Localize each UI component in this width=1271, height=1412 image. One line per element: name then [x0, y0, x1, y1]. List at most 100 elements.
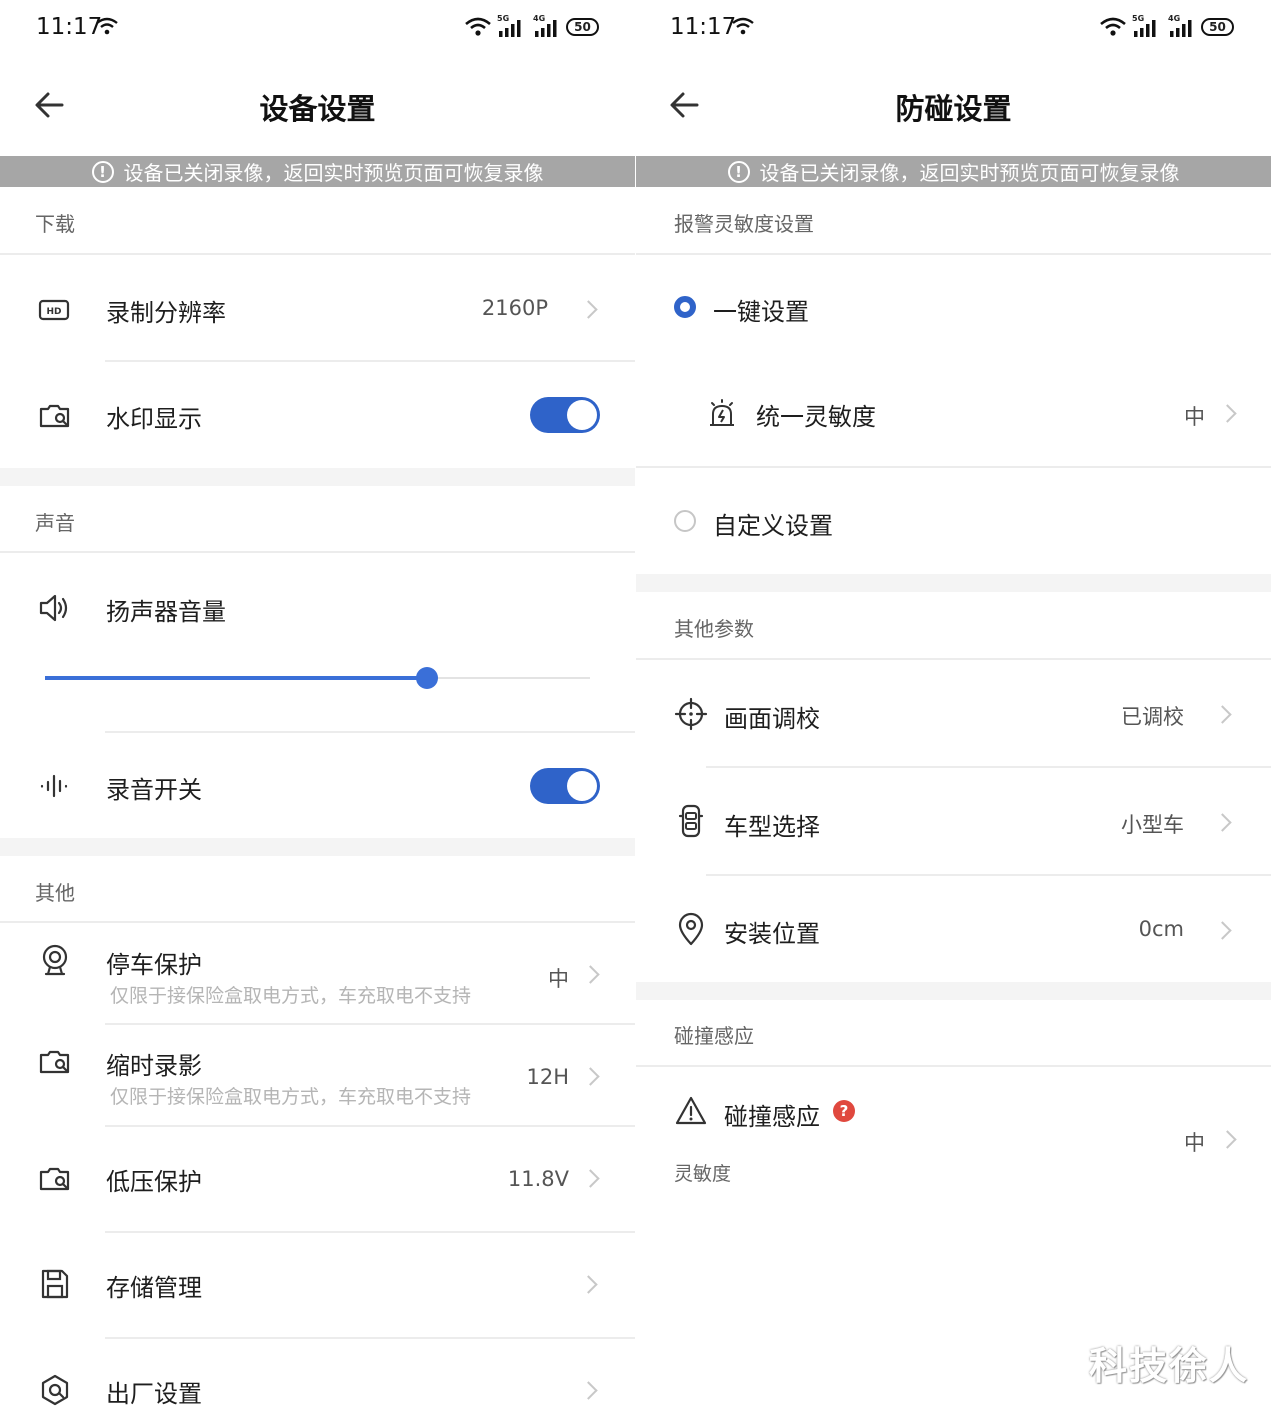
signal-5g-icon: 5G	[1132, 14, 1162, 38]
collision-sensing-row[interactable]: 碰撞感应 ? 灵敏度 中	[636, 1067, 1271, 1207]
calibration-value: 已调校	[1121, 705, 1184, 729]
status-time: 11:17	[670, 14, 737, 40]
low-voltage-row[interactable]: 低压保护 11.8V	[0, 1127, 635, 1231]
parking-protection-row[interactable]: 停车保护 仅限于接保险盒取电方式，车充取电不支持 中	[0, 923, 635, 1023]
unified-sensitivity-value: 中	[1184, 405, 1205, 429]
timelapse-row[interactable]: 缩时录影 仅限于接保险盒取电方式，车充取电不支持 12H	[0, 1025, 635, 1125]
one-key-setting-label: 一键设置	[713, 298, 809, 326]
parking-protection-value: 中	[548, 967, 569, 991]
slider-fill	[45, 676, 427, 680]
section-title-collision: 碰撞感应	[674, 1024, 754, 1048]
info-icon: !	[91, 160, 114, 183]
audio-recording-row: 录音开关	[0, 733, 635, 837]
status-time: 11:17	[36, 14, 103, 40]
low-voltage-label: 低压保护	[106, 1168, 202, 1196]
watermark-toggle[interactable]	[530, 397, 600, 433]
section-gap	[0, 838, 635, 856]
signal-4g-icon: 4G	[1168, 14, 1198, 38]
timelapse-note: 仅限于接保险盒取电方式，车充取电不支持	[110, 1086, 472, 1108]
svg-text:HD: HD	[46, 307, 61, 317]
audio-recording-toggle[interactable]	[530, 768, 600, 804]
calibration-row[interactable]: 画面调校 已调校	[636, 660, 1271, 766]
section-title-alarm-sensitivity: 报警灵敏度设置	[674, 212, 814, 236]
low-voltage-value: 11.8V	[507, 1167, 569, 1191]
unified-sensitivity-label: 统一灵敏度	[756, 403, 876, 431]
recording-off-banner: ! 设备已关闭录像，返回实时预览页面可恢复录像	[0, 156, 635, 187]
help-icon[interactable]: ?	[833, 1100, 855, 1122]
car-type-label: 车型选择	[724, 813, 820, 841]
one-key-setting-option[interactable]: 一键设置	[636, 255, 1271, 361]
install-position-label: 安装位置	[724, 920, 820, 948]
page-title: 设备设置	[259, 92, 376, 126]
car-type-value: 小型车	[1121, 813, 1184, 837]
resolution-value: 2160P	[481, 296, 548, 320]
wifi-icon	[1100, 17, 1126, 36]
watermark-row: 水印显示	[0, 362, 635, 468]
chevron-right-icon	[579, 1275, 598, 1294]
speaker-icon	[39, 594, 68, 622]
banner-text: 设备已关闭录像，返回实时预览页面可恢复录像	[123, 161, 544, 185]
resolution-row[interactable]: HD 录制分辨率 2160P	[0, 255, 635, 361]
chevron-right-icon	[581, 1169, 600, 1188]
watermark-text: 科技徐人	[1088, 1344, 1249, 1388]
chevron-right-icon	[579, 300, 598, 319]
banner-text: 设备已关闭录像，返回实时预览页面可恢复录像	[759, 161, 1180, 185]
section-title-other: 其他	[35, 881, 75, 905]
section-title-other-params: 其他参数	[674, 617, 754, 641]
signal-5g-icon: 5G	[497, 14, 527, 38]
chevron-right-icon	[1213, 921, 1232, 940]
radio-selected[interactable]	[674, 296, 696, 318]
collision-settings-screen: 11:17 5G 4G 50 防碰设置 ! 设备已关闭录像，返回实时预览页面可恢…	[636, 0, 1271, 1412]
hd-icon: HD	[38, 299, 70, 321]
battery-icon: 50	[566, 18, 599, 36]
camera-icon	[39, 1167, 70, 1191]
storage-management-label: 存储管理	[106, 1274, 202, 1302]
alarm-icon	[710, 399, 734, 426]
speaker-volume-row: 扬声器音量	[0, 553, 635, 731]
section-title-download: 下载	[35, 212, 75, 236]
unified-sensitivity-row[interactable]: 统一灵敏度 中	[636, 361, 1271, 466]
install-position-row[interactable]: 安装位置 0cm	[636, 876, 1271, 982]
collision-sensing-label: 碰撞感应	[724, 1103, 820, 1131]
info-icon: !	[727, 160, 750, 183]
calibration-label: 画面调校	[724, 705, 820, 733]
section-gap	[636, 574, 1271, 592]
section-gap	[636, 982, 1271, 1000]
audio-recording-label: 录音开关	[106, 776, 202, 804]
custom-setting-label: 自定义设置	[713, 512, 833, 540]
watermark-label: 水印显示	[106, 405, 202, 433]
parking-protection-label: 停车保护	[106, 951, 202, 979]
camera-icon	[39, 404, 70, 428]
radio-unselected[interactable]	[674, 510, 696, 532]
car-type-row[interactable]: 车型选择 小型车	[636, 768, 1271, 874]
timelapse-label: 缩时录影	[106, 1052, 202, 1080]
section-title-sound: 声音	[35, 511, 75, 535]
timelapse-value: 12H	[526, 1065, 569, 1089]
reset-icon	[41, 1374, 69, 1406]
collision-sensitivity-value: 中	[1184, 1131, 1205, 1155]
chevron-right-icon	[581, 1067, 600, 1086]
custom-setting-option[interactable]: 自定义设置	[636, 468, 1271, 574]
recording-off-banner: ! 设备已关闭录像，返回实时预览页面可恢复录像	[636, 156, 1271, 187]
parking-protection-note: 仅限于接保险盒取电方式，车充取电不支持	[110, 985, 472, 1007]
collision-sensitivity-label: 灵敏度	[674, 1163, 732, 1185]
crosshair-icon	[674, 697, 708, 731]
page-title: 防碰设置	[895, 92, 1012, 126]
volume-slider[interactable]	[45, 666, 590, 690]
chevron-right-icon	[1213, 705, 1232, 724]
factory-reset-row[interactable]: 出厂设置	[0, 1339, 635, 1412]
install-position-value: 0cm	[1138, 917, 1184, 941]
chevron-right-icon	[1218, 404, 1237, 423]
speaker-volume-label: 扬声器音量	[106, 598, 226, 626]
wifi-icon	[96, 17, 118, 35]
warning-icon	[675, 1096, 707, 1125]
wifi-icon	[465, 17, 491, 36]
floppy-icon	[41, 1269, 69, 1299]
slider-thumb[interactable]	[416, 667, 438, 689]
battery-icon: 50	[1201, 18, 1234, 36]
chevron-right-icon	[1218, 1130, 1237, 1149]
sound-wave-icon	[40, 774, 68, 798]
toggle-knob	[567, 771, 597, 801]
storage-management-row[interactable]: 存储管理	[0, 1233, 635, 1337]
resolution-label: 录制分辨率	[106, 299, 226, 327]
